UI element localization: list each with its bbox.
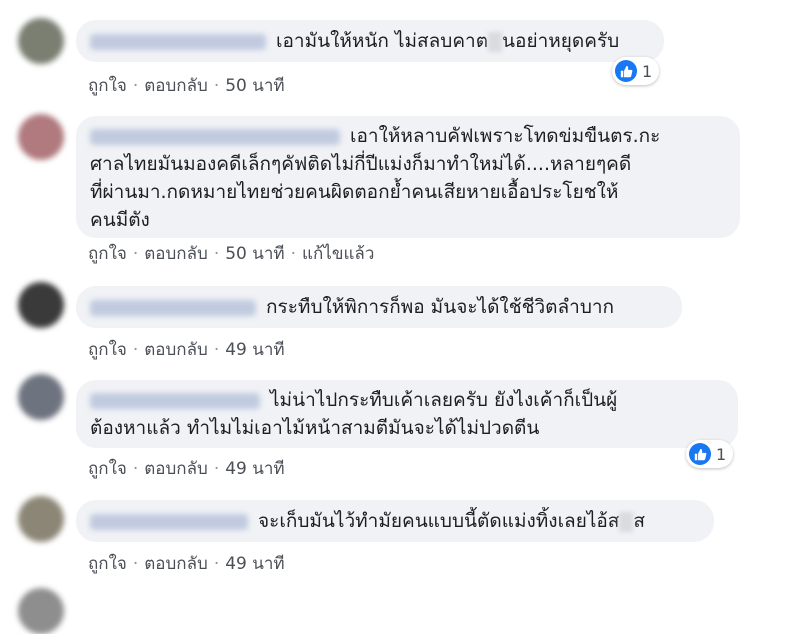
comment-text: จะเก็บมันไว้ทำมัยคนแบบนี้ตัดแม่งทิ้งเลยไ… <box>258 510 620 532</box>
reply-link[interactable]: ตอบกลับ <box>144 554 208 574</box>
timestamp[interactable]: 49 นาที <box>225 554 284 574</box>
comment-bubble: เอาให้หลาบคัฟเพราะโทดข่มขืนตร.กะ ศาลไทยม… <box>76 116 740 238</box>
separator: · <box>213 459 220 479</box>
commenter-name[interactable] <box>90 33 266 50</box>
separator: · <box>213 554 220 574</box>
timestamp[interactable]: 50 นาที <box>225 76 284 96</box>
like-link[interactable]: ถูกใจ <box>88 340 127 360</box>
censored-text <box>488 31 503 52</box>
censored-text <box>619 511 634 532</box>
comment-text-end: ส <box>633 510 646 532</box>
reply-link[interactable]: ตอบกลับ <box>144 459 208 479</box>
timestamp[interactable]: 49 นาที <box>225 340 284 360</box>
like-icon <box>689 443 711 465</box>
separator: · <box>213 244 220 264</box>
comment-actions: ถูกใจ · ตอบกลับ · 49 นาที <box>88 550 285 577</box>
like-link[interactable]: ถูกใจ <box>88 554 127 574</box>
separator: · <box>132 554 139 574</box>
comment-bubble: กระทืบให้พิการก็พอ มันจะได้ใช้ชีวิตลำบาก <box>76 286 682 328</box>
separator: · <box>132 244 139 264</box>
avatar[interactable] <box>18 18 64 64</box>
reaction-number: 1 <box>716 444 727 464</box>
reaction-number: 1 <box>642 61 653 81</box>
comment-bubble: จะเก็บมันไว้ทำมัยคนแบบนี้ตัดแม่งทิ้งเลยไ… <box>76 500 714 542</box>
comment-line-4: คนมีตัง <box>90 209 150 231</box>
avatar[interactable] <box>18 374 64 420</box>
comment-actions: ถูกใจ · ตอบกลับ · 50 นาที <box>88 72 285 99</box>
like-link[interactable]: ถูกใจ <box>88 459 127 479</box>
comment-text-end: นอย่าหยุดครับ <box>502 30 620 52</box>
comment-line-1: เอาให้หลาบคัฟเพราะโทดข่มขืนตร.กะ <box>350 125 661 147</box>
comment-actions: ถูกใจ · ตอบกลับ · 49 นาที <box>88 336 285 363</box>
comment-line-1: ไม่น่าไปกระทืบเค้าเลยครับ ยังไงเค้าก็เป็… <box>270 389 618 411</box>
edited-label[interactable]: แก้ไขแล้ว <box>302 244 374 264</box>
avatar[interactable] <box>18 114 64 160</box>
reply-link[interactable]: ตอบกลับ <box>144 340 208 360</box>
comment-line-2: ศาลไทยมันมองคดีเล็กๆคัฟติดไม่กี่ปีแม่งก็… <box>90 153 632 175</box>
commenter-name[interactable] <box>90 128 340 145</box>
comment-bubble: เอามันให้หนัก ไม่สลบคาต นอย่าหยุดครับ <box>76 20 664 62</box>
like-link[interactable]: ถูกใจ <box>88 244 127 264</box>
comment-actions: ถูกใจ · ตอบกลับ · 50 นาที · แก้ไขแล้ว <box>88 240 374 267</box>
timestamp[interactable]: 50 นาที <box>225 244 284 264</box>
commenter-name[interactable] <box>90 513 248 530</box>
timestamp[interactable]: 49 นาที <box>225 459 284 479</box>
like-icon <box>615 60 637 82</box>
separator: · <box>132 459 139 479</box>
comment-actions: ถูกใจ · ตอบกลับ · 49 นาที <box>88 455 285 482</box>
comment-text: เอามันให้หนัก ไม่สลบคาต <box>276 30 489 52</box>
avatar[interactable] <box>18 282 64 328</box>
comment-line-3: ที่ผ่านมา.กดหมายไทยช่วยคนผิดตอกย้ำคนเสีย… <box>90 181 619 203</box>
separator: · <box>132 340 139 360</box>
avatar[interactable] <box>18 496 64 542</box>
reaction-count[interactable]: 1 <box>686 440 734 468</box>
separator: · <box>213 340 220 360</box>
like-link[interactable]: ถูกใจ <box>88 76 127 96</box>
commenter-name[interactable] <box>90 392 260 409</box>
comment-text: กระทืบให้พิการก็พอ มันจะได้ใช้ชีวิตลำบาก <box>266 296 615 318</box>
separator: · <box>132 76 139 96</box>
reaction-count[interactable]: 1 <box>612 57 660 85</box>
comment-line-2: ต้องหาแล้ว ทำไมไม่เอาไม้หน้าสามตีมันจะได… <box>90 417 540 439</box>
comment-bubble: ไม่น่าไปกระทืบเค้าเลยครับ ยังไงเค้าก็เป็… <box>76 380 738 448</box>
separator: · <box>290 244 297 264</box>
commenter-name[interactable] <box>90 299 256 316</box>
reply-link[interactable]: ตอบกลับ <box>144 76 208 96</box>
reply-link[interactable]: ตอบกลับ <box>144 244 208 264</box>
separator: · <box>213 76 220 96</box>
